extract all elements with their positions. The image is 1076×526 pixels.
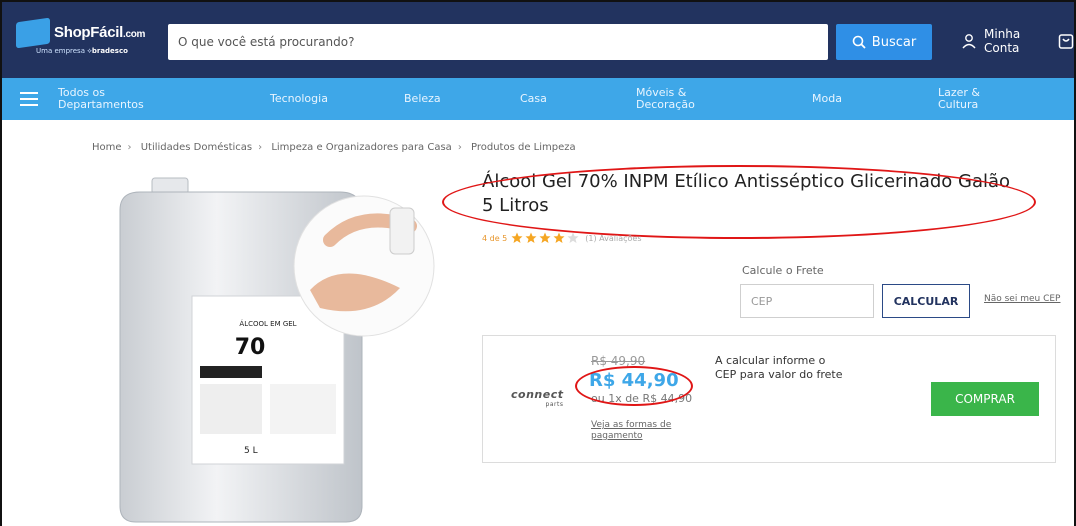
breadcrumb: Home › Utilidades Domésticas › Limpeza e O… xyxy=(92,142,576,153)
search-button[interactable]: Buscar xyxy=(836,24,932,60)
department-nav: Todos os Departamentos Tecnologia Beleza … xyxy=(0,78,1076,120)
shipping-note: A calcular informe o CEP para valor do f… xyxy=(715,354,843,381)
rating-stars xyxy=(511,232,579,244)
star-icon xyxy=(511,232,523,243)
star-icon xyxy=(539,232,551,243)
account-line2: Conta xyxy=(984,41,1020,55)
nav-all-departments[interactable]: Todos os Departamentos xyxy=(58,78,144,120)
label-70-text: 70 xyxy=(235,335,266,360)
breadcrumb-produtos[interactable]: Produtos de Limpeza xyxy=(471,142,576,153)
product-rating[interactable]: 4 de 5 (1) Avaliações xyxy=(482,232,642,244)
rating-text: 4 de 5 xyxy=(482,233,508,243)
label-volume-text: 5 L xyxy=(244,446,258,456)
shopfacil-logo[interactable]: ShopFácil.com Uma empresa ⟡bradesco xyxy=(16,14,156,62)
buy-button[interactable]: COMPRAR xyxy=(931,382,1039,416)
logo-text: ShopFácil.com xyxy=(54,24,146,41)
top-header: ShopFácil.com Uma empresa ⟡bradesco Busc… xyxy=(0,0,1076,78)
product-image[interactable]: ÁLCOOL EM GEL 70 5 L xyxy=(100,170,460,526)
search-button-label: Buscar xyxy=(871,34,917,50)
user-icon xyxy=(962,34,976,49)
search-bar xyxy=(168,24,828,60)
star-empty-icon xyxy=(567,232,579,243)
calculate-shipping-button[interactable]: CALCULAR xyxy=(882,284,970,318)
account-link[interactable]: Minha Conta xyxy=(962,27,1020,55)
payment-options-link[interactable]: Veja as formas de pagamento xyxy=(591,420,701,442)
price-annotation-circle xyxy=(575,366,693,406)
cart-icon[interactable] xyxy=(1058,32,1074,50)
logo-bag-icon xyxy=(16,17,50,49)
cep-input[interactable] xyxy=(740,284,874,318)
dont-know-cep-link[interactable]: Não sei meu CEP xyxy=(984,294,1060,304)
offer-box: connect parts R$ 49,90 R$ 44,90 ou 1x de … xyxy=(482,335,1056,463)
title-annotation-circle xyxy=(442,165,1036,239)
breadcrumb-home[interactable]: Home xyxy=(92,142,122,153)
menu-icon[interactable] xyxy=(20,92,38,106)
breadcrumb-utilidades[interactable]: Utilidades Domésticas xyxy=(141,142,252,153)
nav-item-lazer-cultura[interactable]: Lazer & Cultura xyxy=(938,78,980,120)
label-alcool-text: ÁLCOOL EM GEL xyxy=(239,319,296,328)
nav-item-beleza[interactable]: Beleza xyxy=(404,78,441,120)
search-input[interactable] xyxy=(168,24,828,60)
logo-tagline: Uma empresa ⟡bradesco xyxy=(36,47,128,55)
seller-logo[interactable]: connect parts xyxy=(511,388,563,408)
nav-item-moda[interactable]: Moda xyxy=(812,78,842,120)
nav-item-tecnologia[interactable]: Tecnologia xyxy=(270,78,328,120)
reviews-link[interactable]: (1) Avaliações xyxy=(585,234,641,243)
shipping-label: Calcule o Frete xyxy=(742,264,824,277)
breadcrumb-limpeza[interactable]: Limpeza e Organizadores para Casa xyxy=(271,142,452,153)
account-line1: Minha xyxy=(984,27,1021,41)
star-icon xyxy=(553,232,565,243)
nav-item-casa[interactable]: Casa xyxy=(520,78,547,120)
star-icon xyxy=(525,232,537,243)
search-icon xyxy=(852,35,866,49)
nav-item-moveis-decoracao[interactable]: Móveis & Decoração xyxy=(636,78,695,120)
